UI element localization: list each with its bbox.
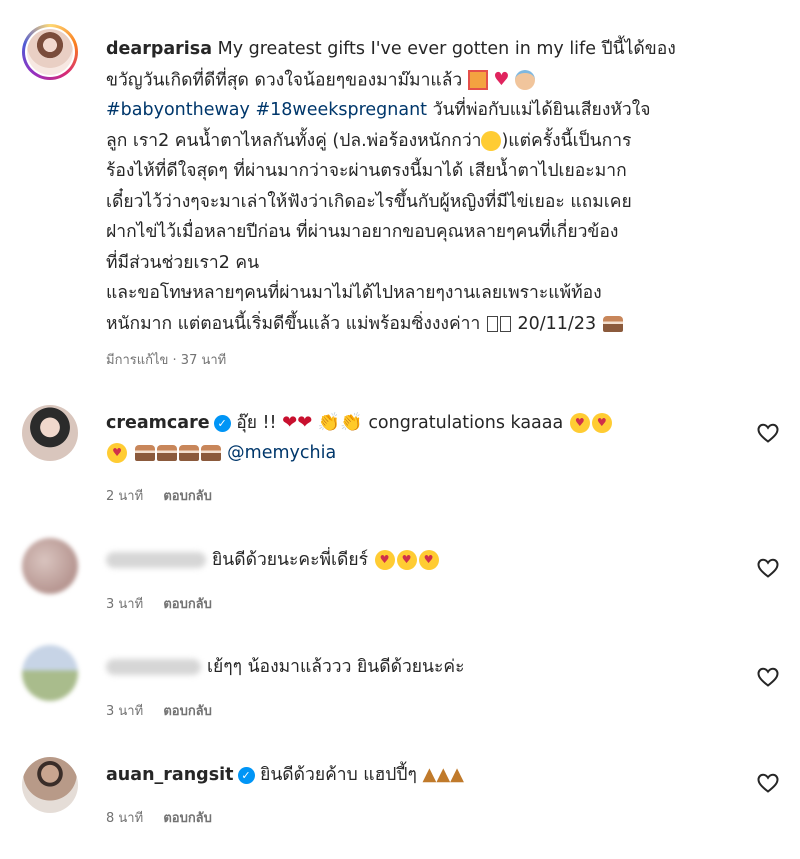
caption-date: 20/11/23 bbox=[517, 313, 597, 334]
mention-link[interactable]: @memychia bbox=[227, 443, 336, 463]
heart-outline-icon[interactable] bbox=[756, 556, 780, 580]
reply-button[interactable]: ตอบกลับ bbox=[163, 597, 212, 612]
cake-emoji-icon bbox=[178, 445, 199, 461]
reply-button[interactable]: ตอบกลับ bbox=[163, 811, 212, 826]
avatar[interactable] bbox=[22, 757, 78, 813]
caption-line: และขอโทษหลายๆคนที่ผ่านมาไม่ได้ไปหลายๆงาน… bbox=[106, 283, 602, 304]
comment-time: 8 นาที bbox=[106, 811, 144, 826]
comment-body: เย้ๆๆ น้องมาแล้ววว ยินดีด้วยนะค่ะ bbox=[207, 657, 465, 677]
verified-badge-icon: ✓ bbox=[213, 414, 231, 432]
face-blowing-kiss-emoji-icon: ♥ bbox=[107, 443, 127, 463]
comment-time: 3 นาที bbox=[106, 597, 144, 612]
face-blowing-kiss-emoji-icon: ♥ bbox=[569, 413, 590, 433]
caption-line: เดี๋ยวไว้ว่างๆจะมาเล่าให้ฟังว่าเกิดอะไรข… bbox=[106, 191, 632, 212]
unrendered-glyph-icon bbox=[486, 315, 498, 332]
party-popper-emoji-icon: ▲ bbox=[422, 764, 437, 785]
comment-body: อุ๊ย !! bbox=[236, 413, 277, 433]
avatar[interactable] bbox=[22, 538, 78, 594]
lips-emoji-icon: ❤ bbox=[282, 412, 298, 433]
heart-eyes-emoji-icon: ♥ bbox=[396, 550, 417, 570]
face-blowing-kiss-emoji-icon: ♥ bbox=[591, 413, 612, 433]
comment-meta: 3 นาที ตอบกลับ bbox=[106, 593, 212, 614]
heart-eyes-emoji-icon: ♥ bbox=[418, 550, 439, 570]
party-popper-emoji-icon: ▲ bbox=[450, 764, 464, 785]
unrendered-glyph-icon bbox=[499, 315, 511, 332]
blurred-username[interactable] bbox=[106, 552, 206, 568]
clap-emoji-icon: 👏 bbox=[340, 412, 363, 433]
comment-body: ยินดีด้วยค้าบ แฮปปี้ๆ bbox=[260, 765, 417, 785]
caption-line: ลูก เรา2 คนน้ำตาไหลกันทั้งคู่ (ปล.พ่อร้อ… bbox=[106, 130, 482, 151]
hashtag-link[interactable]: #babyontheway bbox=[106, 100, 250, 120]
reply-button[interactable]: ตอบกลับ bbox=[163, 489, 212, 504]
cake-emoji-icon bbox=[200, 445, 221, 461]
heart-outline-icon[interactable] bbox=[756, 421, 780, 445]
caption-line: )แต่ครั้งนี้เป็นการ bbox=[501, 130, 632, 151]
avatar[interactable] bbox=[22, 405, 78, 461]
heart-outline-icon[interactable] bbox=[756, 665, 780, 689]
comment-username[interactable]: auan_rangsit bbox=[106, 765, 234, 785]
caption-line: ขวัญวันเกิดที่ดีที่สุด ดวงใจน้อยๆของมาม๊… bbox=[106, 69, 463, 90]
comment-meta: 8 นาที ตอบกลับ bbox=[106, 807, 212, 828]
caption-line: ฝากไข่ไว้เมื่อหลายปีก่อน ที่ผ่านมาอยากขอ… bbox=[106, 222, 619, 243]
comment-time: 2 นาที bbox=[106, 489, 144, 504]
gift-emoji-icon bbox=[467, 69, 488, 90]
angel-emoji-icon bbox=[515, 69, 536, 90]
post-author-username[interactable]: dearparisa bbox=[106, 39, 212, 59]
cake-emoji-icon bbox=[602, 315, 623, 332]
clap-emoji-icon: 👏 bbox=[317, 412, 341, 433]
comment-text: creamcare ✓ อุ๊ย !! ❤❤ 👏👏 congratulations… bbox=[106, 408, 746, 468]
comment-body: ยินดีด้วยนะคะพี่เดียร์ bbox=[212, 550, 369, 570]
avatar[interactable] bbox=[22, 645, 78, 701]
avatar-photo bbox=[27, 29, 73, 75]
cake-emoji-icon bbox=[156, 445, 177, 461]
caption-line: วันที่พ่อกับแม่ได้ยินเสียงหัวใจ bbox=[432, 100, 651, 121]
caption-line: ร้องไห้ที่ดีใจสุดๆ ที่ผ่านมากว่าจะผ่านตร… bbox=[106, 161, 627, 182]
heart-eyes-emoji-icon: ♥ bbox=[374, 550, 395, 570]
caption-line: My greatest gifts I've ever gotten in my… bbox=[217, 39, 676, 59]
comment-text: ยินดีด้วยนะคะพี่เดียร์ ♥ ♥ ♥ bbox=[106, 545, 746, 575]
caption-line: ที่มีส่วนช่วยเรา2 คน bbox=[106, 252, 260, 273]
heart-outline-icon[interactable] bbox=[756, 771, 780, 795]
comment-time: 3 นาที bbox=[106, 704, 144, 719]
red-heart-emoji-icon: ♥ bbox=[493, 68, 510, 90]
post-meta: มีการแก้ไข · 37 นาที bbox=[106, 353, 227, 368]
comment-username[interactable]: creamcare bbox=[106, 413, 210, 433]
caption-line: หนักมาก แต่ตอนนี้เริ่มดีขึ้นแล้ว แม่พร้อ… bbox=[106, 313, 481, 334]
post-author-avatar[interactable] bbox=[22, 24, 78, 80]
comment-meta: 2 นาที ตอบกลับ bbox=[106, 485, 212, 506]
hashtag-link[interactable]: #18weekspregnant bbox=[255, 100, 427, 120]
comment-text: เย้ๆๆ น้องมาแล้ววว ยินดีด้วยนะค่ะ bbox=[106, 652, 746, 682]
verified-badge-icon: ✓ bbox=[237, 766, 255, 784]
comment-body: congratulations kaaaa bbox=[368, 413, 564, 433]
cake-emoji-icon bbox=[134, 445, 155, 461]
party-popper-emoji-icon: ▲ bbox=[436, 764, 451, 785]
caption-text: dearparisa My greatest gifts I've ever g… bbox=[106, 34, 756, 339]
reply-button[interactable]: ตอบกลับ bbox=[163, 704, 212, 719]
lips-emoji-icon: ❤ bbox=[297, 412, 313, 433]
comment-text: auan_rangsit ✓ ยินดีด้วยค้าบ แฮปปี้ๆ ▲▲▲ bbox=[106, 760, 746, 790]
comment-meta: 3 นาที ตอบกลับ bbox=[106, 700, 212, 721]
tears-of-joy-emoji-icon bbox=[481, 130, 502, 151]
blurred-username[interactable] bbox=[106, 659, 201, 675]
